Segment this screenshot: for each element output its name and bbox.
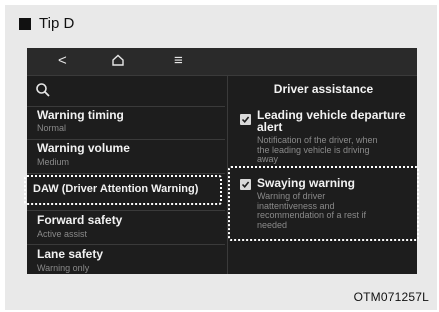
menu-item-lane-safety[interactable]: Lane safety Warning only	[27, 244, 225, 274]
tip-heading: Tip D	[19, 15, 74, 32]
panel-title: Driver assistance	[273, 82, 374, 96]
tip-label: Tip D	[39, 15, 75, 32]
figure-code: OTM071257L	[353, 290, 429, 304]
menu-item-title: DAW (Driver Attention Warning)	[33, 183, 199, 195]
square-bullet-icon	[19, 17, 31, 30]
search-icon[interactable]	[35, 82, 51, 103]
option-title-line: alert	[257, 120, 283, 134]
menu-item-daw[interactable]: DAW (Driver Attention Warning)	[27, 173, 225, 210]
panel-divider	[227, 76, 228, 274]
menu-item-subtitle: Active assist	[37, 229, 88, 239]
menu-item-title: Warning timing	[37, 108, 124, 122]
home-icon[interactable]	[111, 53, 125, 72]
menu-item-title: Forward safety	[37, 213, 123, 227]
infotainment-screen: < ≡ Warning timing Normal Warning volume…	[27, 48, 417, 274]
menu-item-title: Lane safety	[37, 247, 104, 261]
checkbox[interactable]	[240, 179, 251, 190]
checkbox[interactable]	[240, 114, 251, 125]
menu-item-warning-timing[interactable]: Warning timing Normal	[27, 106, 225, 139]
menu-item-title: Warning volume	[37, 141, 130, 155]
nav-bar: < ≡	[27, 48, 417, 76]
back-button[interactable]: <	[58, 52, 67, 70]
menu-item-subtitle: Warning only	[37, 263, 90, 273]
menu-item-warning-volume[interactable]: Warning volume Medium	[27, 139, 225, 173]
menu-button[interactable]: ≡	[174, 52, 183, 70]
menu-item-subtitle: Medium	[37, 157, 70, 167]
menu-item-forward-safety[interactable]: Forward safety Active assist	[27, 210, 225, 244]
option-description-line: away	[257, 154, 279, 164]
menu-item-subtitle: Normal	[37, 123, 67, 133]
search-row	[27, 76, 225, 106]
settings-menu: Warning timing Normal Warning volume Med…	[27, 106, 225, 274]
option-description-line: needed	[257, 219, 288, 230]
option-title-line: Swaying warning	[257, 176, 356, 190]
tip-frame: Tip D < ≡ Warning timing Normal Warning …	[5, 5, 437, 310]
